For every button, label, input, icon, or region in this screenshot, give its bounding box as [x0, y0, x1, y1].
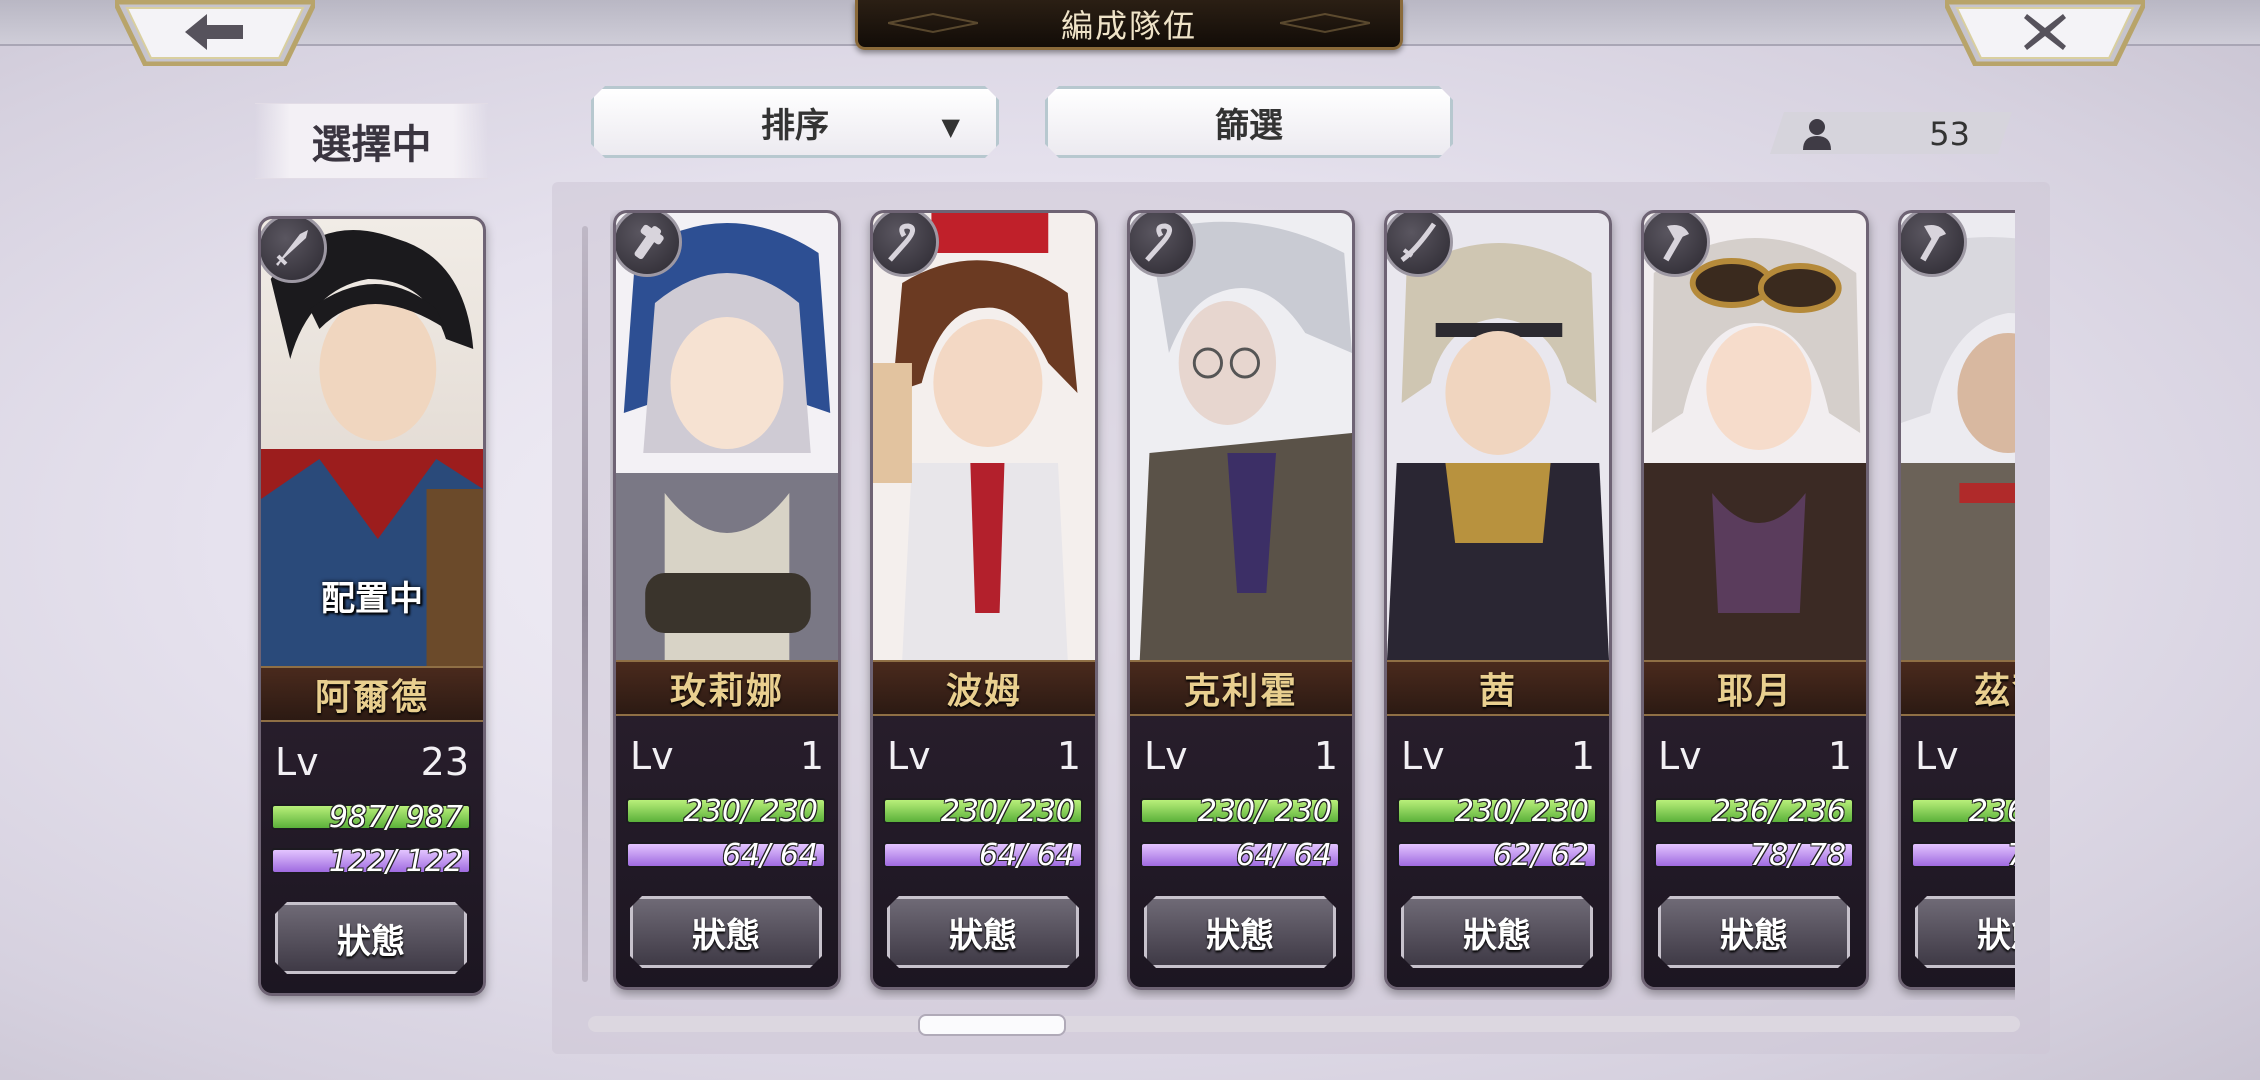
character-card[interactable]: 茲爾 Lv 1 236/ 236 78/ 78 狀態: [1898, 210, 2015, 990]
character-card[interactable]: 耶月 Lv 1 236/ 236 78/ 78 狀態: [1641, 210, 1869, 990]
mp-bar: 78/ 78: [1911, 838, 2015, 873]
chevron-down-icon: ▼: [941, 113, 960, 141]
character-stats: Lv 23 987/ 987 122/ 122 狀態: [261, 722, 483, 993]
character-name: 波姆: [873, 660, 1095, 716]
character-stats: Lv 1 236/ 236 78/ 78 狀態: [1901, 716, 2015, 987]
level-label: Lv: [1658, 734, 1702, 778]
mp-bar: 64/ 64: [626, 838, 826, 873]
hp-bar: 230/ 230: [883, 794, 1083, 829]
hp-value: 230/ 230: [683, 794, 818, 829]
unit-count-value: 53: [1929, 115, 1970, 153]
level-label: Lv: [630, 734, 674, 778]
character-list[interactable]: 玫莉娜 Lv 1 230/ 230 64/ 64 狀態 波姆 Lv 1 230/…: [610, 210, 2015, 1000]
character-name: 耶月: [1644, 660, 1866, 716]
deployed-label: 配置中: [321, 579, 423, 619]
character-stats: Lv 1 230/ 230 64/ 64 狀態: [616, 716, 838, 987]
hp-value: 987/ 987: [328, 800, 463, 835]
character-name: 克利霍: [1130, 660, 1352, 716]
mp-bar: 64/ 64: [883, 838, 1083, 873]
status-button[interactable]: 狀態: [1144, 896, 1336, 968]
hp-value: 230/ 230: [940, 794, 1075, 829]
character-portrait: [1387, 213, 1609, 660]
title-plate: 編成隊伍: [855, 0, 1403, 50]
filter-button[interactable]: 篩選: [1045, 86, 1453, 158]
character-card[interactable]: 波姆 Lv 1 230/ 230 64/ 64 狀態: [870, 210, 1098, 990]
mp-bar: 78/ 78: [1654, 838, 1854, 873]
hp-value: 230/ 230: [1197, 794, 1332, 829]
close-button[interactable]: [1945, 0, 2145, 66]
mp-value: 64/ 64: [1236, 838, 1332, 873]
mp-value: 122/ 122: [328, 844, 463, 879]
character-stats: Lv 1 230/ 230 64/ 64 狀態: [873, 716, 1095, 987]
status-button[interactable]: 狀態: [1658, 896, 1850, 968]
level-value: 1: [1056, 734, 1081, 778]
hp-bar: 230/ 230: [1397, 794, 1597, 829]
character-card[interactable]: 玫莉娜 Lv 1 230/ 230 64/ 64 狀態: [613, 210, 841, 990]
mp-value: 62/ 62: [1493, 838, 1589, 873]
character-name: 茲爾: [1901, 660, 2015, 716]
character-name: 茜: [1387, 660, 1609, 716]
arrow-left-icon: [185, 14, 243, 50]
list-divider: [582, 226, 588, 982]
unit-count: 53: [1770, 112, 2012, 154]
mp-bar: 64/ 64: [1140, 838, 1340, 873]
level-value: 1: [799, 734, 824, 778]
hp-value: 236/ 236: [1711, 794, 1846, 829]
scrollbar-thumb[interactable]: [918, 1014, 1066, 1036]
character-stats: Lv 1 230/ 230 64/ 64 狀態: [1130, 716, 1352, 987]
mp-value: 78/ 78: [2007, 838, 2015, 873]
character-card[interactable]: 克利霍 Lv 1 230/ 230 64/ 64 狀態: [1127, 210, 1355, 990]
level-value: 23: [420, 740, 469, 784]
status-button[interactable]: 狀態: [1915, 896, 2015, 968]
mp-value: 64/ 64: [722, 838, 818, 873]
horizontal-scrollbar[interactable]: [588, 1016, 2020, 1032]
person-icon: [1802, 118, 1832, 150]
character-portrait: [1901, 213, 2015, 660]
character-name: 玫莉娜: [616, 660, 838, 716]
character-card[interactable]: 茜 Lv 1 230/ 230 62/ 62 狀態: [1384, 210, 1612, 990]
character-stats: Lv 1 230/ 230 62/ 62 狀態: [1387, 716, 1609, 987]
hp-bar: 230/ 230: [1140, 794, 1340, 829]
status-button[interactable]: 狀態: [1401, 896, 1593, 968]
mp-value: 78/ 78: [1750, 838, 1846, 873]
sort-label: 排序: [761, 105, 829, 146]
character-portrait: [616, 213, 838, 660]
sort-button[interactable]: 排序 ▼: [591, 86, 999, 158]
hp-bar: 987/ 987: [271, 800, 471, 835]
filter-label: 篩選: [1215, 105, 1283, 146]
character-portrait: [873, 213, 1095, 660]
hp-bar: 230/ 230: [626, 794, 826, 829]
level-label: Lv: [887, 734, 931, 778]
selected-character-card[interactable]: 配置中 阿爾德 Lv 23 987/ 987 122/ 122 狀態: [258, 216, 486, 996]
hp-bar: 236/ 236: [1654, 794, 1854, 829]
level-value: 1: [1313, 734, 1338, 778]
close-x-icon: [2024, 14, 2066, 50]
status-button[interactable]: 狀態: [630, 896, 822, 968]
character-stats: Lv 1 236/ 236 78/ 78 狀態: [1644, 716, 1866, 987]
page-title: 編成隊伍: [1060, 6, 1197, 45]
mp-bar: 62/ 62: [1397, 838, 1597, 873]
level-label: Lv: [275, 740, 319, 784]
character-portrait: [1644, 213, 1866, 660]
level-value: 1: [1827, 734, 1852, 778]
character-name: 阿爾德: [261, 666, 483, 722]
character-portrait: [1130, 213, 1352, 660]
back-button[interactable]: [115, 0, 315, 66]
mp-bar: 122/ 122: [271, 844, 471, 879]
hp-value: 236/ 236: [1968, 794, 2015, 829]
mp-value: 64/ 64: [979, 838, 1075, 873]
status-button[interactable]: 狀態: [275, 902, 467, 974]
level-label: Lv: [1915, 734, 1959, 778]
hp-value: 230/ 230: [1454, 794, 1589, 829]
level-label: Lv: [1144, 734, 1188, 778]
level-value: 1: [1570, 734, 1595, 778]
selecting-label: 選擇中: [255, 103, 488, 179]
level-label: Lv: [1401, 734, 1445, 778]
hp-bar: 236/ 236: [1911, 794, 2015, 829]
status-button[interactable]: 狀態: [887, 896, 1079, 968]
